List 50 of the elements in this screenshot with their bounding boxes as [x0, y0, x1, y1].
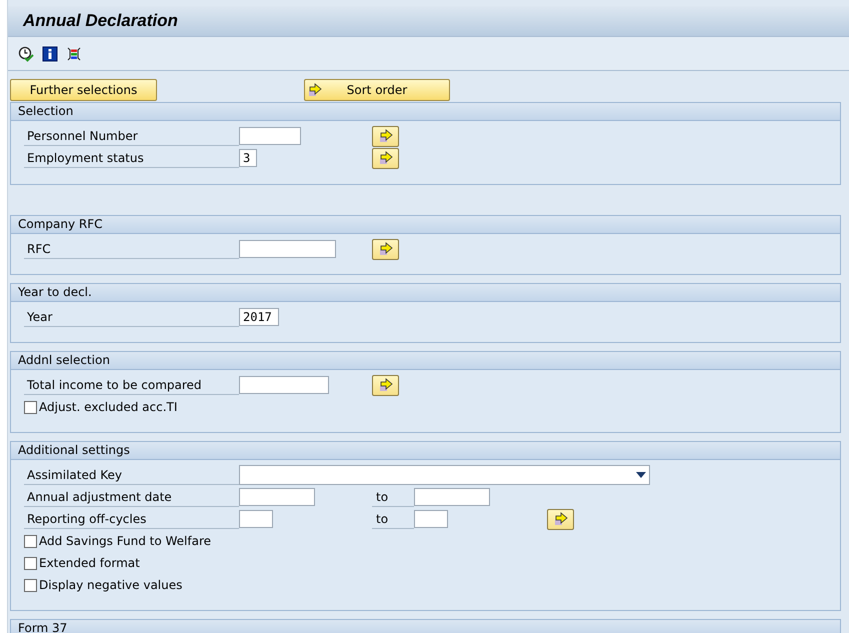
input-field[interactable]: 2017 — [239, 308, 279, 326]
input-field[interactable] — [239, 127, 301, 145]
checkbox[interactable] — [24, 400, 37, 414]
multiple-selection-button[interactable] — [372, 374, 399, 396]
checkbox[interactable] — [24, 578, 37, 592]
arrow-icon — [378, 378, 392, 392]
info-icon[interactable] — [42, 46, 58, 62]
section-title: Additional settings — [18, 443, 130, 457]
bars-icon[interactable] — [66, 46, 82, 62]
input-field[interactable]: 3 — [239, 149, 257, 167]
checkbox-label: Display negative values — [39, 578, 182, 592]
field-label: Total income to be compared — [24, 376, 239, 394]
checkbox-label: Add Savings Fund to Welfare — [39, 534, 212, 548]
field-label: Employment status — [24, 148, 239, 168]
input-field[interactable] — [239, 488, 315, 506]
arrow-icon — [378, 151, 392, 165]
checkbox[interactable] — [24, 534, 37, 548]
window-title: Annual Declaration — [23, 11, 178, 31]
field-label: Reporting off-cycles — [24, 510, 239, 528]
field-label: Assimilated Key — [24, 466, 239, 484]
section-title: Form 37 — [18, 621, 68, 633]
input-field[interactable] — [414, 488, 490, 506]
input-field[interactable] — [239, 510, 273, 528]
field-label: Annual adjustment date — [24, 488, 239, 506]
multiple-selection-button[interactable] — [547, 508, 574, 530]
arrow-icon — [308, 83, 322, 97]
input-field[interactable] — [414, 510, 448, 528]
dropdown-field[interactable] — [239, 465, 650, 485]
checkbox-label: Adjust. excluded acc.TI — [39, 400, 178, 414]
section-title: Addnl selection — [18, 353, 110, 367]
arrow-icon — [378, 129, 392, 143]
field-label: RFC — [24, 240, 239, 258]
input-field[interactable] — [239, 240, 336, 258]
multiple-selection-button[interactable] — [372, 148, 399, 168]
section-title: Selection — [18, 104, 74, 118]
section-title: Company RFC — [18, 217, 103, 231]
caret-icon — [636, 472, 646, 478]
checkbox-label: Extended format — [39, 556, 140, 570]
arrow-icon — [378, 242, 392, 256]
clock-check-icon[interactable] — [18, 46, 34, 62]
sort-order-button[interactable]: Sort order — [304, 79, 450, 101]
field-label: Year — [24, 308, 239, 326]
field-label: Personnel Number — [24, 126, 239, 146]
multiple-selection-button[interactable] — [372, 126, 399, 146]
section-title: Year to decl. — [18, 285, 92, 299]
checkbox[interactable] — [24, 556, 37, 570]
further-selections-button[interactable]: Further selections — [10, 79, 157, 101]
multiple-selection-button[interactable] — [372, 238, 399, 260]
input-field[interactable] — [239, 376, 329, 394]
arrow-icon — [554, 512, 568, 526]
